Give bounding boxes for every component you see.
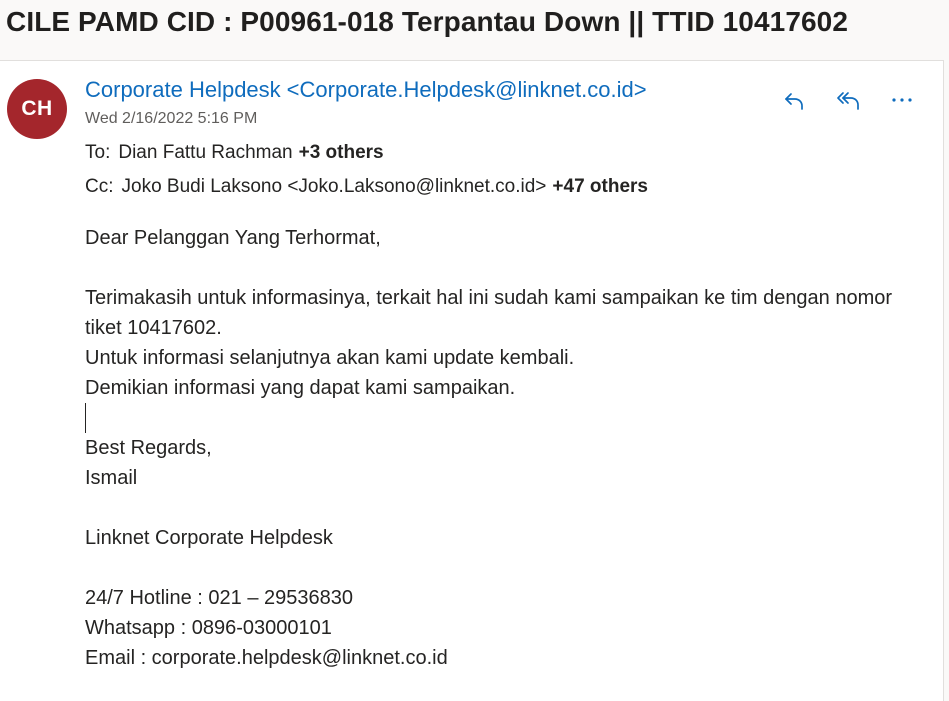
- text-cursor-line: [85, 403, 915, 433]
- body-blank: [85, 493, 915, 523]
- sender-email[interactable]: <Corporate.Helpdesk@linknet.co.id>: [287, 77, 647, 102]
- more-actions-icon: [890, 88, 914, 112]
- cc-recipient[interactable]: Joko Budi Laksono <Joko.Laksono@linknet.…: [122, 176, 547, 197]
- to-line: To: Dian Fattu Rachman +3 others: [85, 142, 384, 164]
- sender-avatar[interactable]: CH: [7, 79, 67, 139]
- body-paragraph-1: Terimakasih untuk informasinya, terkait …: [85, 287, 893, 339]
- to-label: To:: [85, 142, 111, 163]
- body-blank: [85, 553, 915, 583]
- signature-email: Email : corporate.helpdesk@linknet.co.id: [85, 647, 448, 669]
- signature-whatsapp: Whatsapp : 0896-03000101: [85, 617, 332, 639]
- message-card: CH Corporate Helpdesk <Corporate.Helpdesk…: [0, 60, 944, 701]
- to-recipient[interactable]: Dian Fattu Rachman: [118, 142, 292, 163]
- body-regards: Best Regards,: [85, 437, 212, 459]
- reply-icon: [782, 88, 806, 112]
- sender-name[interactable]: Corporate Helpdesk: [85, 77, 281, 102]
- body-paragraph-3: Demikian informasi yang dapat kami sampa…: [85, 377, 516, 399]
- cc-label: Cc:: [85, 176, 114, 197]
- reply-button[interactable]: [777, 83, 811, 117]
- message-date: Wed 2/16/2022 5:16 PM: [85, 110, 258, 127]
- cc-line: Cc: Joko Budi Laksono <Joko.Laksono@linkn…: [85, 176, 648, 198]
- body-signer: Ismail: [85, 467, 138, 489]
- text-caret: [85, 403, 86, 433]
- body-paragraph-2: Untuk informasi selanjutnya akan kami up…: [85, 347, 575, 369]
- subject-bar: CILE PAMD CID : P00961-018 Terpantau Dow…: [0, 0, 949, 50]
- signature-hotline: 24/7 Hotline : 021 – 29536830: [85, 587, 353, 609]
- message-body[interactable]: Dear Pelanggan Yang Terhormat, Terimakas…: [85, 223, 915, 673]
- more-actions-button[interactable]: [885, 83, 919, 117]
- body-greeting: Dear Pelanggan Yang Terhormat,: [85, 227, 381, 249]
- to-more-recipients[interactable]: +3 others: [299, 142, 384, 163]
- message-actions: [777, 83, 919, 117]
- reply-all-icon: [835, 88, 861, 112]
- body-blank: [85, 253, 915, 283]
- signature-org: Linknet Corporate Helpdesk: [85, 527, 333, 549]
- email-subject: CILE PAMD CID : P00961-018 Terpantau Dow…: [6, 6, 849, 37]
- cc-more-recipients[interactable]: +47 others: [552, 176, 648, 197]
- sender-line[interactable]: Corporate Helpdesk <Corporate.Helpdesk@li…: [85, 77, 647, 103]
- reply-all-button[interactable]: [831, 83, 865, 117]
